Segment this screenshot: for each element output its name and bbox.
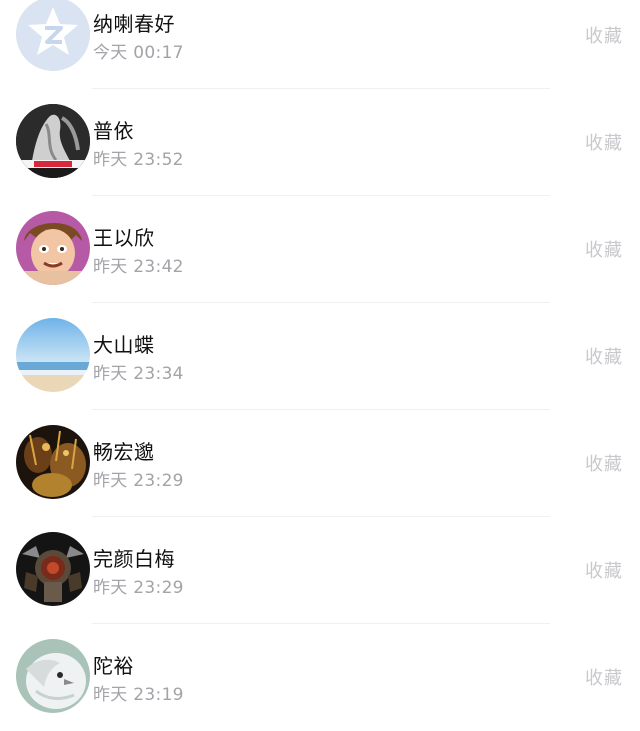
contact-name: 畅宏邈 [93, 440, 155, 464]
list-item[interactable]: 王以欣 昨天 23:42 收藏 [0, 196, 640, 303]
contact-name: 陀裕 [93, 654, 134, 678]
message-time: 今天 00:17 [93, 43, 184, 63]
message-time: 昨天 23:42 [93, 257, 184, 277]
dark-amber-photo-avatar [16, 425, 90, 499]
avatar[interactable] [16, 318, 90, 392]
armored-figure-avatar [16, 532, 90, 606]
contact-name: 完颜白梅 [93, 547, 175, 571]
favorite-button[interactable]: 收藏 [585, 236, 623, 262]
message-time: 昨天 23:52 [93, 150, 184, 170]
list-item[interactable]: 陀裕 昨天 23:19 收藏 [0, 624, 640, 731]
list-item[interactable]: 大山蝶 昨天 23:34 收藏 [0, 303, 640, 410]
message-time: 昨天 23:34 [93, 364, 184, 384]
favorite-button[interactable]: 收藏 [585, 557, 623, 583]
avatar[interactable] [16, 0, 90, 71]
list-item[interactable]: 普依 昨天 23:52 收藏 [0, 89, 640, 196]
favorite-button[interactable]: 收藏 [585, 22, 623, 48]
white-bird-avatar [16, 639, 90, 713]
avatar[interactable] [16, 425, 90, 499]
qzone-star-icon [16, 0, 90, 71]
avatar[interactable] [16, 532, 90, 606]
message-time: 昨天 23:19 [93, 685, 184, 705]
list-item[interactable]: 完颜白梅 昨天 23:29 收藏 [0, 517, 640, 624]
contact-name: 大山蝶 [93, 333, 155, 357]
contact-list: 纳喇春好 今天 00:17 收藏 普依 昨天 23:52 收藏 王以欣 昨天 2… [0, 0, 640, 731]
cartoon-face-avatar [16, 211, 90, 285]
list-item[interactable]: 纳喇春好 今天 00:17 收藏 [0, 0, 640, 89]
beach-sky-avatar [16, 318, 90, 392]
avatar[interactable] [16, 104, 90, 178]
message-time: 昨天 23:29 [93, 471, 184, 491]
avatar[interactable] [16, 639, 90, 713]
favorite-button[interactable]: 收藏 [585, 343, 623, 369]
contact-name: 纳喇春好 [93, 12, 175, 36]
contact-name: 普依 [93, 119, 134, 143]
favorite-button[interactable]: 收藏 [585, 664, 623, 690]
bw-photo-avatar [16, 104, 90, 178]
list-item[interactable]: 畅宏邈 昨天 23:29 收藏 [0, 410, 640, 517]
favorite-button[interactable]: 收藏 [585, 450, 623, 476]
contact-name: 王以欣 [93, 226, 155, 250]
favorite-button[interactable]: 收藏 [585, 129, 623, 155]
avatar[interactable] [16, 211, 90, 285]
message-time: 昨天 23:29 [93, 578, 184, 598]
